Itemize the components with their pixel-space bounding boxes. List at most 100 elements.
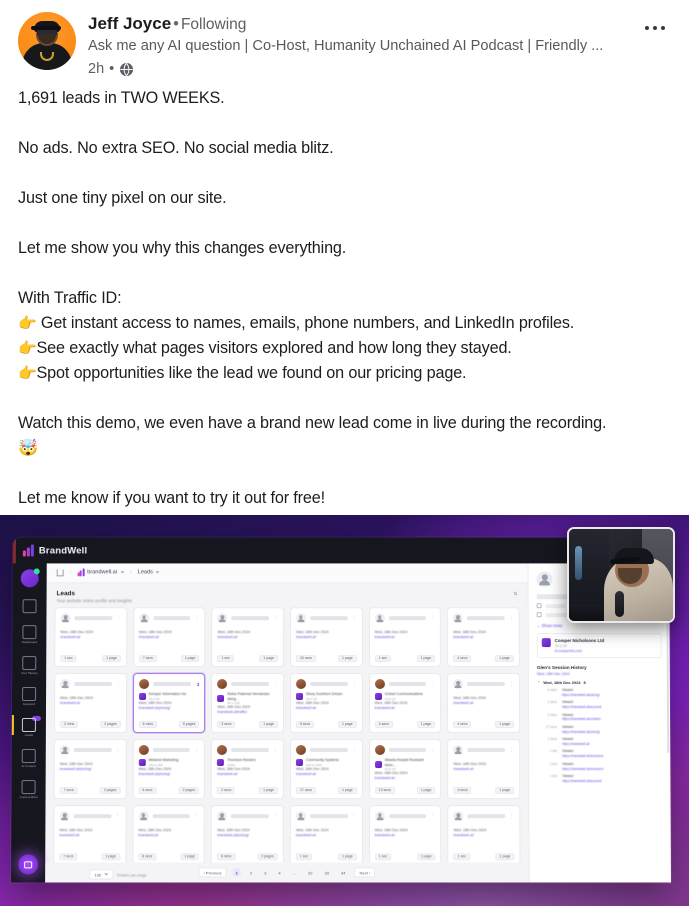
- pagination-page[interactable]: 34: [338, 869, 348, 877]
- session-url[interactable]: https://brandwell.ai/account/: [562, 705, 602, 709]
- lead-card-menu-icon[interactable]: ⋮: [352, 615, 357, 621]
- lead-visit-url[interactable]: brandwell.ai/: [375, 834, 436, 838]
- chat-support-icon[interactable]: [18, 854, 39, 875]
- lead-card[interactable]: ⋮ Rubio Paternal Hernandez Abog... 50 to 1…: [211, 673, 285, 734]
- lead-card[interactable]: ⋮ Community Systems 500 to 1000 Wed, 18th D…: [289, 739, 363, 800]
- lead-visit-url[interactable]: brandwell.ai/: [375, 706, 436, 710]
- lead-card-menu-icon[interactable]: ⋮: [115, 747, 120, 753]
- lead-card-menu-icon[interactable]: ⋮: [195, 615, 200, 621]
- session-url[interactable]: https://brandwell.ai/checkout/: [562, 754, 603, 758]
- lead-card-menu-icon[interactable]: ⋮: [430, 747, 435, 753]
- session-url[interactable]: https://brandwell.ai/contact/: [562, 717, 601, 721]
- lead-visit-url[interactable]: brandwell.ai/: [296, 635, 357, 639]
- lead-card-menu-icon[interactable]: ⋮: [194, 813, 199, 819]
- breadcrumb-item-workspace[interactable]: brandwell.ai: [77, 568, 125, 577]
- lead-visit-url[interactable]: brandwell.ai/: [453, 701, 514, 705]
- sidebar-item-ai-content[interactable]: AI Content: [12, 749, 46, 768]
- lead-visit-url[interactable]: brandwell.ai/: [296, 834, 357, 838]
- sidebar-item-content-brief[interactable]: Content Brief: [11, 780, 45, 799]
- lead-visit-url[interactable]: brandwell.ai/: [139, 635, 200, 639]
- lead-card[interactable]: ⋮ Wed, 18th Dec 2024 brandwell.ai/4 secs 1 …: [447, 739, 521, 800]
- lead-visit-url[interactable]: brandwell.ai/pricing/: [138, 772, 199, 776]
- pagination-next[interactable]: Next ›: [354, 867, 376, 878]
- follow-state[interactable]: Following: [181, 16, 246, 33]
- post-media-video[interactable]: BrandWell Credits Available 1,440 MORE: [0, 515, 689, 906]
- lead-card-menu-icon[interactable]: ⋮: [115, 813, 120, 819]
- lead-card-menu-icon[interactable]: ⋮: [273, 813, 278, 819]
- lead-visit-url[interactable]: brandwell.ai/: [375, 776, 436, 780]
- lead-card-menu-icon[interactable]: ⋮: [352, 747, 357, 753]
- pagination-page[interactable]: 33: [322, 869, 332, 877]
- session-url[interactable]: https://brandwell.ai/account/: [562, 779, 602, 783]
- pagination-page[interactable]: 3: [261, 869, 269, 877]
- show-more-toggle[interactable]: ⌄ Show more: [537, 623, 662, 628]
- lead-card[interactable]: ⋮ Wed, 18th Dec 2024 brandwell.ai/2 mins 2 …: [53, 673, 127, 734]
- per-page-select[interactable]: 136: [89, 869, 114, 880]
- lead-card-menu-icon[interactable]: ⋮: [430, 615, 435, 621]
- lead-card-menu-icon[interactable]: ⋮: [509, 747, 514, 753]
- lead-visit-url[interactable]: brandwell.ai/: [453, 767, 514, 771]
- overflow-menu-icon[interactable]: [635, 14, 675, 42]
- lead-visit-url[interactable]: brandwell.ai/: [138, 834, 199, 838]
- lead-card-menu-icon[interactable]: ⋮: [194, 747, 199, 753]
- session-accordion-header[interactable]: ⌃ Wed, 18th Dec 2024 5: [537, 680, 662, 685]
- lead-card-menu-icon[interactable]: ⋮: [116, 681, 121, 687]
- lead-card-menu-icon[interactable]: ⋮: [116, 615, 121, 621]
- app-brand[interactable]: BrandWell: [22, 544, 87, 557]
- lead-visit-url[interactable]: brandwell.ai/: [296, 706, 357, 710]
- pagination-previous[interactable]: ‹ Previous: [198, 867, 227, 878]
- pagination-page[interactable]: 2: [247, 869, 255, 877]
- lead-card-menu-icon[interactable]: ⋮: [430, 681, 435, 687]
- lead-card[interactable]: ⋮ Wed, 18th Dec 2024 brandwell.ai/7 secs 1 …: [53, 805, 127, 863]
- lead-card[interactable]: ⋮ Wed, 18th Dec 2024 brandwell.ai/pricing/…: [53, 739, 127, 800]
- lead-visit-url[interactable]: brandwell.ai/: [60, 701, 121, 705]
- pagination-page[interactable]: 32: [305, 869, 315, 877]
- lead-card[interactable]: ⋮ Wed, 18th Dec 2024 brandwell.ai/1 sec 1 p…: [368, 607, 442, 668]
- home-icon[interactable]: [56, 569, 64, 577]
- lead-card-menu-icon[interactable]: ⋮: [273, 681, 278, 687]
- lead-visit-url[interactable]: brandwell.ai/: [453, 635, 514, 639]
- company-website[interactable]: ill.comperinfo.com: [555, 649, 604, 653]
- lead-visit-url[interactable]: brandwell.ai/: [296, 772, 357, 776]
- lead-card-menu-icon[interactable]: ⋮: [509, 615, 514, 621]
- presenter-webcam[interactable]: [567, 527, 675, 623]
- lead-visit-url[interactable]: brandwell.ai/: [60, 635, 121, 639]
- lead-card[interactable]: ⋮ Wed, 18th Dec 2024 brandwell.ai/1 sec 1 p…: [54, 607, 128, 668]
- sidebar-item-home[interactable]: [13, 599, 47, 614]
- sidebar-item-leads[interactable]: Leads: [12, 715, 46, 737]
- sidebar-item-dashboard[interactable]: Dashboard: [12, 625, 46, 644]
- lead-card[interactable]: ⋮ Wed, 18th Dec 2024 brandwell.ai/1 sec 1 p…: [211, 607, 285, 668]
- lead-visit-url[interactable]: brandwell.ai/: [375, 635, 436, 639]
- lead-card-menu-icon[interactable]: ⋮: [273, 747, 278, 753]
- filter-icon[interactable]: ⇅: [513, 591, 517, 597]
- chevron-down-icon[interactable]: [120, 571, 125, 574]
- lead-card[interactable]: ⋮ Thomson Reuters 1000+ Wed, 18th Dec 2024 b…: [211, 739, 284, 800]
- lead-card-menu-icon[interactable]: ⋮: [352, 681, 357, 687]
- pagination-page[interactable]: 4: [275, 869, 283, 877]
- lead-card[interactable]: ⋮ Wed, 18th Dec 2024 brandwell.ai/7 secs 1 …: [132, 607, 206, 668]
- chevron-down-icon[interactable]: [155, 571, 160, 574]
- lead-card[interactable]: ⋮ Midwest Marketing 100 to 500 Wed, 18th De…: [132, 739, 206, 800]
- lead-card[interactable]: ⋮ Wed, 18th Dec 2024 brandwell.ai/1 sec 1 p…: [289, 805, 363, 863]
- entries-per-page[interactable]: 136 Entries per page: [89, 869, 146, 880]
- author-name[interactable]: Jeff Joyce: [88, 14, 171, 33]
- lead-card[interactable]: 3 Kemper Information Ins 25 to 50 Wed, 18th…: [132, 673, 206, 734]
- lead-card-menu-icon[interactable]: ⋮: [352, 813, 357, 819]
- lead-card[interactable]: ⋮ Global Communications 10 to 25 Wed, 18th …: [368, 673, 442, 734]
- session-url[interactable]: https://brandwell.ai/pricing/: [562, 693, 600, 697]
- sidebar-item-history[interactable]: Your History: [12, 656, 46, 675]
- avatar[interactable]: [18, 12, 76, 70]
- lead-visit-url[interactable]: brandwell.ai/pricing/: [60, 767, 121, 771]
- lead-card[interactable]: ⋮ Wed, 18th Dec 2024 brandwell.ai/1 sec 1 p…: [368, 805, 442, 863]
- lead-card-menu-icon[interactable]: ⋮: [509, 681, 514, 687]
- lead-visit-url[interactable]: brandwell.ai/: [454, 834, 515, 838]
- lead-card[interactable]: ⋮ Wed, 18th Dec 2024 brandwell.ai/8 secs 1 …: [132, 805, 206, 863]
- session-url[interactable]: https://brandwell.ai/: [562, 742, 590, 746]
- lead-card[interactable]: ⋮ Stony Southern Dream 10 to 25 Wed, 18th D…: [289, 673, 363, 734]
- lead-visit-url[interactable]: brandwell.ai/: [59, 834, 120, 838]
- lead-visit-url[interactable]: brandwell.ai/pricing/: [217, 834, 278, 838]
- pagination-page[interactable]: 1: [232, 868, 241, 877]
- add-plus-icon[interactable]: [20, 569, 39, 588]
- lead-card[interactable]: ⋮ Wed, 18th Dec 2024 brandwell.ai/4 secs 1 …: [447, 607, 520, 668]
- session-url[interactable]: https://brandwell.ai/pricing/: [562, 730, 600, 734]
